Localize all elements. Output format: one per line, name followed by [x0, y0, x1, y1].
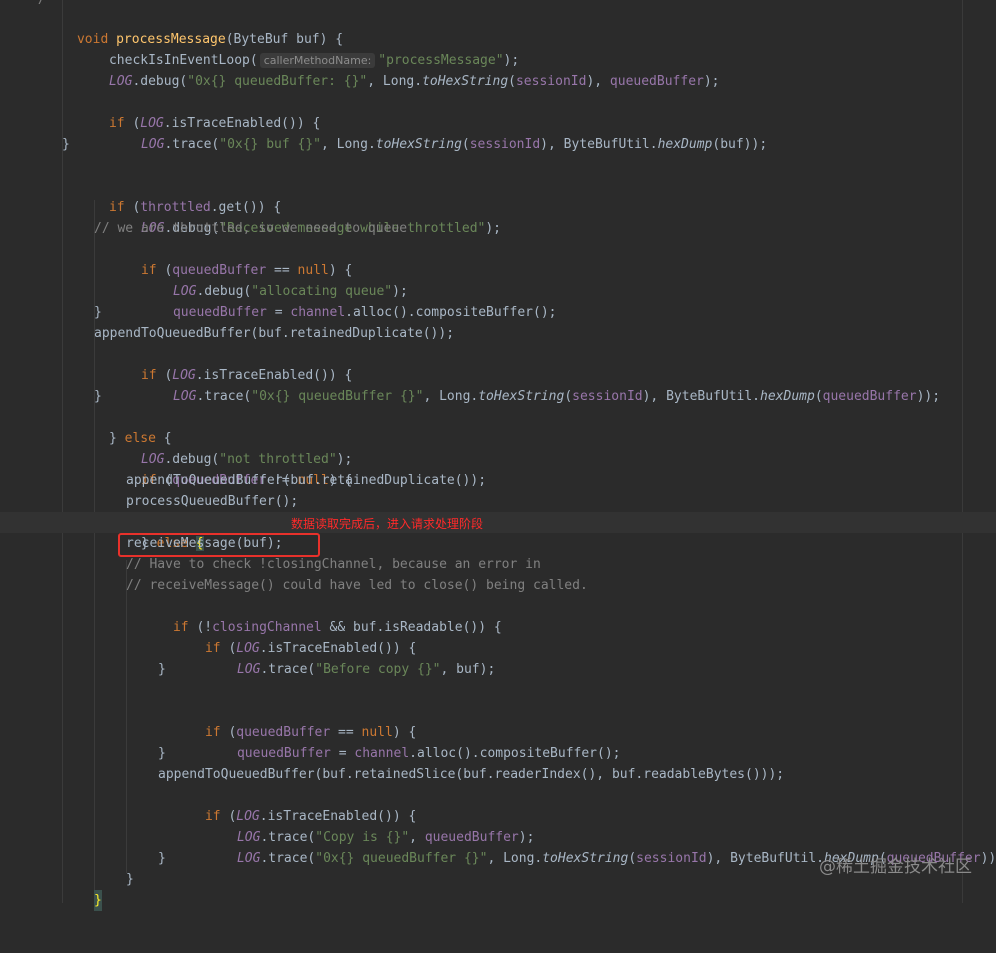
code-line: checkIsInEventLoop(callerMethodName: "pro…	[0, 29, 996, 68]
code-line: if (LOG.isTraceEnabled()) {	[0, 617, 996, 656]
annotation-label: 数据读取完成后，进入请求处理阶段	[291, 517, 484, 531]
code-text: , Long.	[367, 74, 423, 89]
code-line: if (throttled.get()) {	[0, 176, 996, 215]
highlight-box	[118, 533, 320, 557]
code-line: LOG.trace("Copy is {}", queuedBuffer);	[0, 806, 996, 845]
code-line: }	[0, 302, 996, 323]
code-line: appendToQueuedBuffer(buf.retainedDuplica…	[0, 470, 996, 491]
code-line: }	[0, 386, 996, 407]
code-text: appendToQueuedBuffer(buf.retainedSlice(b…	[158, 767, 785, 782]
code-line: queuedBuffer = channel.alloc().composite…	[0, 281, 996, 320]
code-line: LOG.trace("0x{} buf {}", Long.toHexStrin…	[0, 113, 996, 152]
code-line: processQueuedBuffer();	[0, 491, 996, 512]
code-line: }	[0, 743, 996, 764]
code-text: }	[94, 389, 102, 404]
code-text: }	[158, 746, 166, 761]
code-line: } else {	[0, 407, 996, 446]
log-field: LOG	[108, 74, 133, 89]
code-text: }	[158, 851, 166, 866]
code-line: LOG.debug("0x{} queuedBuffer: {}", Long.…	[0, 50, 996, 89]
code-text: }	[62, 137, 70, 152]
code-line: if (queuedBuffer == null) {	[0, 701, 996, 740]
matched-brace: }	[94, 890, 102, 911]
code-line: appendToQueuedBuffer(buf.retainedDuplica…	[0, 323, 996, 344]
code-line: }	[0, 134, 996, 155]
code-line: appendToQueuedBuffer(buf.retainedSlice(b…	[0, 764, 996, 785]
static-method: toHexString	[422, 74, 509, 89]
comment: // we are throttled, so we need to queue	[94, 221, 408, 236]
code-text: }	[94, 305, 102, 320]
code-text: );	[703, 74, 720, 89]
watermark: @稀土掘金技术社区	[819, 857, 972, 877]
code-line: if (LOG.isTraceEnabled()) {	[0, 92, 996, 131]
code-editor[interactable]: */ void processMessage(ByteBuf buf) { ch…	[0, 0, 996, 911]
code-line: }	[0, 890, 996, 911]
code-line: LOG.debug("allocating queue");	[0, 260, 996, 299]
code-text: appendToQueuedBuffer(buf.retainedDuplica…	[126, 473, 487, 488]
code-line: LOG.debug("Received message while thrott…	[0, 197, 996, 236]
code-line: // receiveMessage() could have led to cl…	[0, 575, 996, 596]
code-text: }	[158, 662, 166, 677]
comment: // Have to check !closingChannel, becaus…	[126, 557, 541, 572]
code-line: // we are throttled, so we need to queue	[0, 218, 996, 239]
code-line: LOG.debug("not throttled");	[0, 428, 996, 467]
code-text: .debug(	[132, 74, 188, 89]
code-text: ),	[586, 74, 610, 89]
field: queuedBuffer	[609, 74, 704, 89]
code-line: if (!closingChannel && buf.isReadable())…	[0, 596, 996, 635]
code-text: }	[126, 872, 134, 887]
code-text: appendToQueuedBuffer(buf.retainedDuplica…	[94, 326, 455, 341]
code-text: processQueuedBuffer();	[126, 494, 299, 509]
comment: // receiveMessage() could have led to cl…	[126, 578, 588, 593]
code-line: if (LOG.isTraceEnabled()) {	[0, 344, 996, 383]
code-text: (	[508, 74, 516, 89]
code-line: if (LOG.isTraceEnabled()) {	[0, 785, 996, 824]
code-line: LOG.trace("0x{} queuedBuffer {}", Long.t…	[0, 365, 996, 404]
code-line: LOG.trace("Before copy {}", buf);	[0, 638, 996, 677]
code-line: // Have to check !closingChannel, becaus…	[0, 554, 996, 575]
code-line: LOG.trace("0x{} queuedBuffer {}", Long.t…	[0, 827, 996, 866]
code-line: void processMessage(ByteBuf buf) {	[0, 8, 996, 47]
code-line-current: } else {	[0, 512, 996, 551]
code-line: if (queuedBuffer == null) {	[0, 239, 996, 278]
code-line: queuedBuffer = channel.alloc().composite…	[0, 722, 996, 761]
field: sessionId	[515, 74, 587, 89]
string-literal: "0x{} queuedBuffer: {}"	[187, 74, 368, 89]
code-line: if (queuedBuffer != null) {	[0, 449, 996, 488]
code-line: }	[0, 659, 996, 680]
